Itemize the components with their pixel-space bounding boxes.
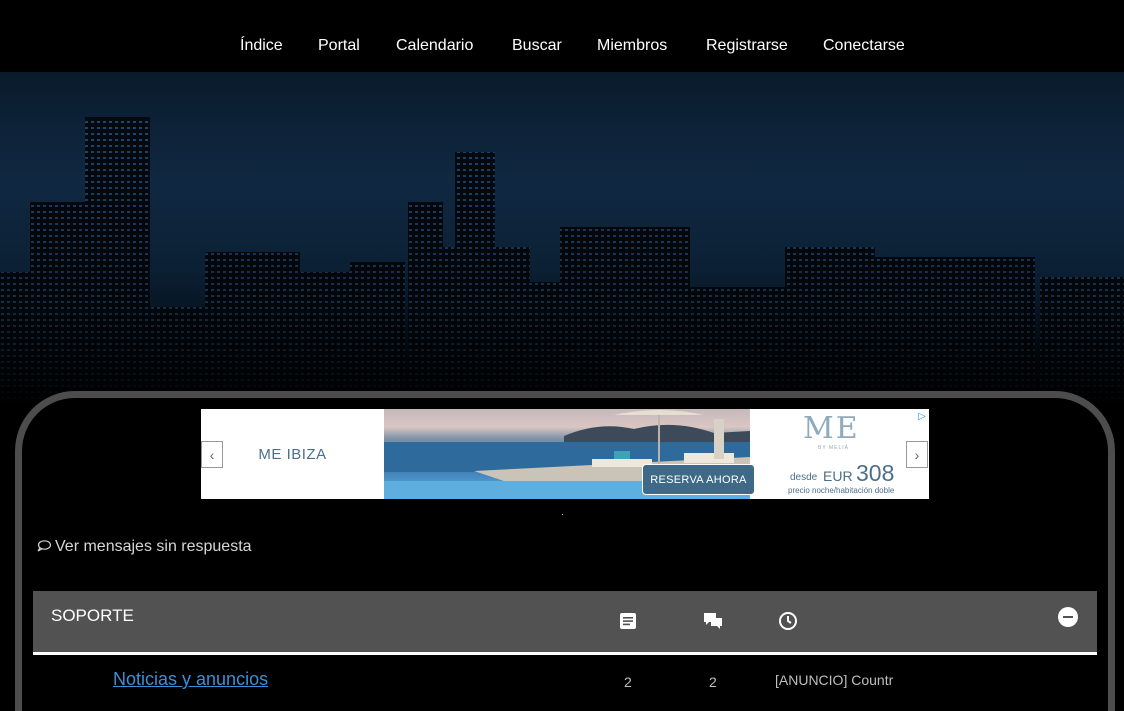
ad-price: 308 [856,460,895,486]
forum-posts-count: 2 [709,674,717,690]
nav-indice[interactable]: Índice [240,36,283,56]
nav-calendario[interactable]: Calendario [396,36,473,56]
category-header [33,591,1097,653]
category-title: SOPORTE [51,606,134,625]
ad-price-note: precio noche/habitación doble [788,486,895,495]
me-logo-sub: BY MELIÁ [818,445,849,451]
chevron-left-icon[interactable]: ‹ [201,441,223,468]
ad-offer-panel: ME BY MELIÁ desde EUR 308 precio noche/h… [750,409,929,499]
minus-circle-icon[interactable] [1058,607,1078,627]
nav-conectarse[interactable]: Conectarse [823,36,905,56]
ad-banner[interactable]: ME IBIZA ME BY MELIÁ desde EUR 308 preci… [201,409,929,499]
city-skyline-image [0,72,1124,402]
nav-portal[interactable]: Portal [318,36,360,56]
unanswered-link[interactable]: Ver mensajes sin respuesta [37,538,252,556]
adchoices-icon[interactable]: ▷ [916,411,928,423]
nav-miembros[interactable]: Miembros [597,36,667,56]
ad-brand-text: ME IBIZA [258,445,327,463]
forum-link-noticias[interactable]: Noticias y anuncios [113,669,268,690]
nav-registrarse[interactable]: Registrarse [706,36,788,56]
top-navigation: Índice Portal Calendario Buscar Miembros… [0,0,1124,72]
ad-currency: EUR [823,468,853,484]
unanswered-label: Ver mensajes sin respuesta [55,538,252,555]
reserve-now-button[interactable]: RESERVA AHORA [642,464,755,495]
speech-bubble-icon [37,539,52,555]
separator-dot [562,514,563,515]
nav-buscar[interactable]: Buscar [512,36,562,56]
header-banner [0,72,1124,402]
me-logo: ME [803,411,860,446]
document-icon [618,611,638,631]
ad-price-prefix: desde [790,472,818,483]
category-divider [33,652,1097,655]
chat-bubbles-icon [703,611,723,631]
chevron-right-icon[interactable]: › [906,441,928,468]
clock-icon [778,611,798,631]
forum-topics-count: 2 [624,674,632,690]
ad-brand-panel: ME IBIZA [201,409,384,499]
